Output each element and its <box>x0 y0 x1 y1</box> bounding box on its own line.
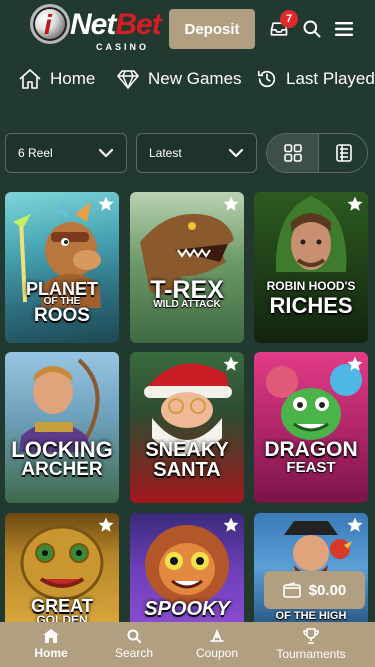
game-art <box>19 358 100 452</box>
deposit-button[interactable]: Deposit <box>169 9 255 49</box>
game-tile-sneaky-santa[interactable]: SNEAKY SANTA <box>130 352 244 503</box>
favorite-star-icon[interactable] <box>97 516 115 534</box>
nav-item-label: Last Played <box>286 69 375 88</box>
game-title-bottom: ARCHER <box>21 459 103 480</box>
favorite-star-icon[interactable] <box>222 516 240 534</box>
game-title-bottom: FEAST <box>286 459 336 476</box>
game-tile-locking-archer[interactable]: LOCKING ARCHER <box>5 352 119 503</box>
trophy-icon <box>303 628 319 644</box>
notification-badge: 7 <box>280 10 298 28</box>
logo-bet: Bet <box>115 8 161 41</box>
game-title-bottom: RICHES <box>269 293 353 318</box>
search-icon <box>127 629 141 643</box>
game-art <box>140 213 234 296</box>
game-title-bottom: SANTA <box>153 459 221 481</box>
history-icon <box>257 70 276 88</box>
game-art <box>275 196 347 272</box>
bottom-nav: Home Search Coupon Tournaments <box>0 622 375 667</box>
list-view-button[interactable] <box>318 134 367 172</box>
sort-select[interactable]: Latest <box>136 133 257 173</box>
nav-item-new-games[interactable]: New Games <box>116 62 242 96</box>
game-title-top: LOCKING <box>11 437 113 462</box>
logo-casino-text: CASINO <box>96 42 150 52</box>
game-tile-great-golden[interactable]: GREAT GOLDEN <box>5 513 119 622</box>
nav-item-label: New Games <box>148 69 242 88</box>
game-title-top: OF THE HIGH <box>275 610 347 622</box>
logo-ball: i <box>30 4 70 44</box>
bottom-nav-label: Home <box>34 646 68 660</box>
category-nav: Home New Games Last Played <box>0 62 375 96</box>
nav-item-label: Home <box>50 69 96 88</box>
game-title-top: ROBIN HOOD'S <box>266 279 356 293</box>
game-tile-planet-of-the-roos[interactable]: PLANET OF THE ROOS <box>5 192 119 343</box>
chevron-down-icon <box>98 148 114 158</box>
grid-icon <box>283 144 302 162</box>
bottom-nav-home[interactable]: Home <box>23 622 79 667</box>
favorite-star-icon[interactable] <box>346 355 364 373</box>
bottom-nav-coupon[interactable]: Coupon <box>189 622 245 667</box>
bottom-nav-label: Coupon <box>195 646 239 660</box>
game-title-top: SPOOKY <box>144 598 230 620</box>
bottom-nav-label: Tournaments <box>276 647 346 661</box>
favorite-star-icon[interactable] <box>222 195 240 213</box>
game-title-bottom: WILD ATTACK <box>153 299 221 310</box>
top-header: i NetBet CASINO Deposit 7 <box>0 0 375 58</box>
game-tile-t-rex-wild-attack[interactable]: T-REX WILD ATTACK <box>130 192 244 343</box>
game-title-bottom: GOLDEN <box>36 613 88 622</box>
inetbet-logo[interactable]: i NetBet CASINO <box>30 2 162 56</box>
nav-item-last-played[interactable]: Last Played <box>256 62 375 96</box>
bottom-nav-label: Search <box>114 646 154 660</box>
game-title-top: DRAGON <box>264 438 358 461</box>
view-toggle <box>266 133 368 173</box>
chevron-down-icon <box>228 148 244 158</box>
favorite-star-icon[interactable] <box>97 195 115 213</box>
list-icon <box>336 144 352 162</box>
logo-wordmark: NetBet <box>70 8 162 42</box>
favorite-star-icon[interactable] <box>222 355 240 373</box>
logo-net: Net <box>70 8 116 41</box>
hamburger-menu-icon[interactable] <box>331 16 357 42</box>
favorite-star-icon[interactable] <box>346 516 364 534</box>
home-icon <box>19 69 41 89</box>
game-art <box>266 364 362 440</box>
favorite-star-icon[interactable] <box>346 195 364 213</box>
wallet-icon <box>282 582 301 598</box>
game-tile-spooky[interactable]: SPOOKY <box>130 513 244 622</box>
grid-view-button[interactable] <box>267 134 318 172</box>
search-icon[interactable] <box>299 16 325 42</box>
bottom-nav-search[interactable]: Search <box>106 622 162 667</box>
balance-button[interactable]: $0.00 <box>264 571 365 609</box>
nav-item-home[interactable]: Home <box>18 62 95 96</box>
logo-prefix: i <box>44 9 52 40</box>
diamond-icon <box>117 70 139 89</box>
game-title-bottom: ROOS <box>34 305 90 326</box>
game-title-top: SNEAKY <box>145 439 229 461</box>
coupon-icon <box>210 629 224 642</box>
balance-amount: $0.00 <box>308 581 347 599</box>
bottom-nav-tournaments[interactable]: Tournaments <box>268 622 354 667</box>
sort-value: Latest <box>149 146 182 160</box>
game-tile-robin-hoods-riches[interactable]: ROBIN HOOD'S RICHES <box>254 192 368 343</box>
reel-filter-select[interactable]: 6 Reel <box>5 133 127 173</box>
home-icon <box>43 629 59 643</box>
game-tile-dragon-feast[interactable]: DRAGON FEAST <box>254 352 368 503</box>
reel-filter-value: 6 Reel <box>18 146 53 160</box>
